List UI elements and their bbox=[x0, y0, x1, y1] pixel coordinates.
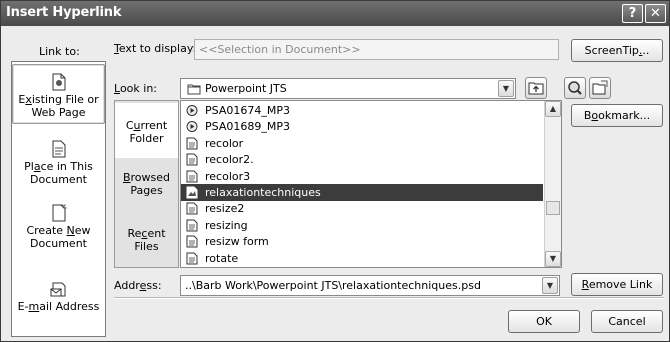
file-row[interactable]: PSA01674_MP3 bbox=[181, 102, 543, 119]
file-name: recolor bbox=[205, 136, 244, 150]
tab-current-folder[interactable]: Current Folder bbox=[115, 103, 178, 158]
look-in-dropdown[interactable]: Powerpoint JTS ▼ bbox=[180, 78, 516, 99]
file-name: recolor2. bbox=[205, 153, 254, 167]
email-address-label: E-mail Address bbox=[17, 300, 100, 313]
look-in-value: Powerpoint JTS bbox=[205, 82, 287, 95]
folder-tabs: Current Folder Browsed Pages Recent File… bbox=[114, 100, 179, 268]
document-file-icon bbox=[186, 252, 198, 265]
cancel-label: Cancel bbox=[608, 315, 646, 328]
browse-web-icon bbox=[568, 81, 582, 95]
look-in-label: Look in: bbox=[114, 82, 157, 95]
link-to-email-address[interactable]: E-mail Address bbox=[12, 280, 105, 324]
help-button[interactable]: ? bbox=[622, 4, 643, 23]
file-row[interactable]: resizw form bbox=[181, 233, 543, 250]
file-row[interactable]: rotate bbox=[181, 250, 543, 267]
bookmark-label: Bookmark... bbox=[583, 109, 651, 122]
close-icon: ✕ bbox=[650, 6, 661, 21]
scroll-up-button[interactable]: ▲ bbox=[545, 101, 561, 117]
title-bar[interactable]: Insert Hyperlink ? ✕ bbox=[1, 1, 669, 26]
file-row[interactable]: resizing bbox=[181, 217, 543, 234]
up-folder-icon bbox=[528, 82, 544, 95]
up-one-folder-button[interactable] bbox=[525, 77, 547, 99]
create-new-document-label: Create New Document bbox=[26, 224, 91, 250]
file-row[interactable]: PSA01689_MP3 bbox=[181, 118, 543, 135]
file-row[interactable]: recolor bbox=[181, 135, 543, 152]
tab-browsed-pages-label1: Browsed bbox=[122, 171, 171, 184]
address-label: Address: bbox=[114, 279, 162, 292]
tab-current-folder-label1: Current bbox=[125, 119, 168, 132]
link-to-label: Link to: bbox=[39, 45, 80, 58]
email-icon bbox=[50, 282, 65, 297]
document-file-icon bbox=[186, 219, 198, 232]
tab-browsed-pages-label2: Pages bbox=[130, 184, 163, 197]
close-button[interactable]: ✕ bbox=[645, 4, 666, 23]
separator bbox=[114, 297, 664, 299]
file-list[interactable]: PSA01674_MP3 PSA01689_MP3recolor recolor2.… bbox=[180, 100, 562, 268]
place-in-document-label: Place in This Document bbox=[24, 160, 93, 186]
file-name: resizw form bbox=[205, 235, 269, 249]
place-in-document-icon bbox=[52, 140, 65, 158]
screentip-label: ScreenTip... bbox=[584, 44, 650, 57]
text-to-display-value: <<Selection in Document>> bbox=[199, 43, 361, 56]
file-name: relaxationtechniques bbox=[205, 186, 321, 199]
dialog-title: Insert Hyperlink bbox=[6, 5, 122, 20]
file-name: PSA01689_MP3 bbox=[205, 120, 290, 134]
scroll-down-button[interactable]: ▼ bbox=[545, 251, 561, 267]
browse-file-icon bbox=[592, 80, 608, 95]
file-name: resizing bbox=[205, 218, 248, 232]
chevron-down-icon[interactable]: ▼ bbox=[498, 80, 514, 97]
tab-current-folder-label2: Folder bbox=[129, 132, 164, 145]
existing-file-label: Existing File or Web Page bbox=[18, 93, 99, 119]
file-row[interactable]: recolor2. bbox=[181, 151, 543, 168]
tab-recent-files[interactable]: Recent Files bbox=[115, 227, 178, 257]
scroll-thumb[interactable] bbox=[546, 201, 560, 215]
document-file-icon bbox=[186, 137, 198, 150]
address-field[interactable]: ..\Barb Work\Powerpoint JTS\relaxationte… bbox=[180, 275, 560, 296]
remove-link-label: Remove Link bbox=[581, 278, 653, 291]
cancel-button[interactable]: Cancel bbox=[591, 310, 663, 333]
ok-button[interactable]: OK bbox=[508, 310, 580, 333]
tab-recent-files-label2: Files bbox=[134, 240, 159, 253]
link-to-panel: Existing File or Web Page Place in This Do… bbox=[11, 61, 106, 337]
document-file-icon bbox=[186, 170, 198, 183]
address-value: ..\Barb Work\Powerpoint JTS\relaxationte… bbox=[185, 279, 481, 292]
file-name: rotate bbox=[205, 251, 239, 265]
image-file-icon bbox=[186, 186, 198, 199]
tab-browsed-pages[interactable]: Browsed Pages bbox=[115, 171, 178, 201]
tab-recent-files-label1: Recent bbox=[127, 227, 166, 240]
folder-icon bbox=[187, 84, 201, 95]
document-file-icon bbox=[186, 235, 198, 248]
audio-file-icon bbox=[186, 121, 198, 133]
link-to-create-new-document[interactable]: Create New Document bbox=[12, 204, 105, 254]
file-name: resize2 bbox=[205, 202, 245, 216]
vertical-scrollbar[interactable]: ▲ ▼ bbox=[544, 101, 561, 267]
insert-hyperlink-dialog: Insert Hyperlink ? ✕ Link to: Text to di… bbox=[0, 0, 670, 342]
address-dropdown-icon[interactable]: ▼ bbox=[542, 277, 558, 294]
help-icon: ? bbox=[628, 6, 637, 21]
document-file-icon bbox=[186, 153, 198, 166]
ok-label: OK bbox=[536, 315, 552, 328]
new-document-icon bbox=[52, 204, 67, 222]
file-name: recolor3 bbox=[205, 169, 251, 183]
file-row[interactable]: resize2 bbox=[181, 200, 543, 217]
file-row[interactable]: recolor3 bbox=[181, 168, 543, 185]
text-to-display-field[interactable]: <<Selection in Document>> bbox=[194, 39, 559, 60]
link-to-existing-file[interactable]: Existing File or Web Page bbox=[12, 64, 105, 124]
existing-file-icon bbox=[52, 73, 65, 91]
link-to-place-in-document[interactable]: Place in This Document bbox=[12, 140, 105, 190]
audio-file-icon bbox=[186, 105, 198, 116]
browse-web-button[interactable] bbox=[564, 77, 586, 99]
document-file-icon bbox=[186, 202, 198, 215]
text-to-display-label: Text to display: bbox=[114, 42, 197, 55]
file-name: PSA01674_MP3 bbox=[205, 104, 290, 117]
browse-file-button[interactable] bbox=[589, 77, 611, 99]
bookmark-button[interactable]: Bookmark... bbox=[571, 104, 663, 127]
remove-link-button[interactable]: Remove Link bbox=[571, 273, 663, 296]
screentip-button[interactable]: ScreenTip... bbox=[571, 39, 663, 62]
file-row[interactable]: relaxationtechniques bbox=[181, 184, 543, 201]
